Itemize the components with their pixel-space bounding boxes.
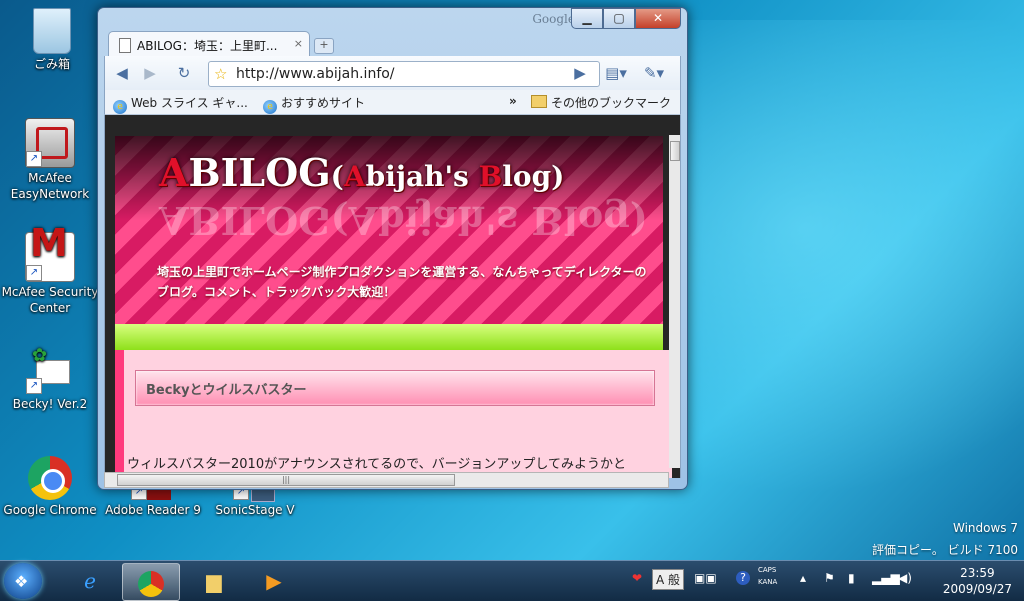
vertical-scroll-thumb[interactable] — [670, 141, 680, 161]
tab-active[interactable]: ABILOG：埼玉：上里町... × — [108, 31, 310, 57]
taskbar-explorer[interactable]: ▆ — [186, 563, 242, 599]
bookmark-web-slice[interactable]: e Web スライス ギャ... — [113, 94, 248, 114]
volume-icon[interactable]: ◀) — [898, 571, 912, 585]
ie-icon: e — [263, 100, 277, 114]
desktop-icon-label: Becky! Ver.2 — [12, 397, 88, 411]
mcafee-easynetwork-icon: ↗ — [25, 118, 75, 168]
desktop-icon-mcafee-security-center[interactable]: M ↗ McAfee Security Center — [0, 224, 100, 316]
nav-bar — [115, 324, 663, 350]
other-bookmarks[interactable]: その他のブックマーク — [531, 94, 671, 111]
taskbar-ie[interactable]: ℯ — [62, 563, 118, 599]
becky-mail-icon: ✿ ↗ — [26, 346, 74, 394]
reload-button[interactable]: ↻ — [173, 62, 195, 84]
ie-icon: ℯ — [84, 569, 96, 593]
kana-indicator: KANA — [758, 578, 778, 586]
close-button[interactable]: ✕ — [635, 8, 681, 29]
url-text[interactable]: http://www.abijah.info/ — [236, 66, 395, 82]
toolbar: ◀ ▶ ↻ ☆ http://www.abijah.info/ ▶ ▤▾ ✎▾ — [104, 56, 681, 90]
bookmarks-overflow-chevron[interactable]: » — [509, 94, 517, 108]
evaluation-copy-watermark: 評価コピー。 ビルド 7100 — [871, 543, 1018, 557]
show-hidden-icons[interactable]: ▴ — [800, 571, 806, 585]
taskbar-media-player[interactable]: ▶ — [246, 563, 302, 599]
ime-mode-indicator[interactable]: A 般 — [652, 569, 685, 590]
folder-icon — [531, 95, 547, 108]
power-icon[interactable]: ▮ — [848, 571, 855, 585]
network-icon[interactable]: ▂▄▆ — [872, 571, 900, 585]
caps-indicator: CAPS — [758, 566, 777, 574]
tab-title: ABILOG：埼玉：上里町... — [137, 39, 278, 53]
start-button[interactable]: ❖ — [4, 563, 42, 599]
clock[interactable]: 23:59 2009/09/27 — [943, 565, 1012, 597]
blog-description: 埼玉の上里町でホームページ制作プロダクションを運営する、なんちゃってディレクター… — [157, 265, 647, 299]
desktop-icon-label: ごみ箱 — [33, 57, 70, 71]
shortcut-arrow-icon: ↗ — [26, 378, 42, 394]
windows-logo-icon: ❖ — [14, 572, 29, 591]
mcafee-security-icon: M ↗ — [25, 224, 75, 282]
desktop-icon-label: Adobe Reader 9 — [105, 503, 201, 517]
folder-icon: ▆ — [206, 569, 222, 593]
horizontal-scroll-thumb[interactable]: ||| — [117, 474, 455, 486]
desktop-icon-label: McAfee EasyNetwork — [10, 171, 90, 201]
new-tab-button[interactable]: + — [314, 38, 334, 54]
bookmark-star-icon[interactable]: ☆ — [214, 65, 227, 83]
tray-alert-icon[interactable]: ❤ — [632, 571, 642, 585]
desktop-icon-label: SonicStage V — [215, 503, 295, 517]
wrench-menu-button[interactable]: ✎▾ — [639, 62, 669, 84]
blog-header: ABILOG(Abijah's Blog) ABILOG(Abijah's Bl… — [115, 136, 663, 324]
post-title-box: Beckyとウイルスバスター — [135, 370, 655, 406]
tab-close-icon[interactable]: × — [294, 37, 303, 50]
maximize-button[interactable]: ▢ — [603, 8, 635, 29]
horizontal-scrollbar[interactable]: ||| — [104, 472, 669, 488]
desktop-icon-becky[interactable]: ✿ ↗ Becky! Ver.2 — [0, 346, 100, 412]
page-icon — [119, 38, 131, 53]
shortcut-arrow-icon: ↗ — [26, 265, 42, 281]
blog-title-reflection: ABILOG(Abijah's Blog) — [159, 198, 648, 243]
desktop-icon-label: McAfee Security Center — [1, 285, 99, 315]
bookmarks-bar: e Web スライス ギャ... e おすすめサイト » その他のブックマーク — [104, 90, 681, 115]
desktop-icon-recycle-bin[interactable]: ごみ箱 — [2, 8, 102, 72]
windows-version-watermark: Windows 7 — [952, 521, 1018, 535]
ie-icon: e — [113, 100, 127, 114]
chrome-window: Google ▁ ▢ ✕ ABILOG：埼玉：上里町... × + ◀ ▶ ↻ … — [97, 7, 688, 490]
clock-date: 2009/09/27 — [942, 582, 1012, 596]
go-button[interactable]: ▶ — [569, 62, 591, 84]
taskbar-chrome[interactable] — [122, 563, 180, 601]
google-titlebar-mark: Google — [532, 12, 575, 26]
forward-button[interactable]: ▶ — [139, 62, 161, 84]
desktop-icon-mcafee-easynetwork[interactable]: ↗ McAfee EasyNetwork — [0, 118, 100, 202]
recycle-bin-icon — [33, 8, 71, 54]
desktop-icon-label: Google Chrome — [3, 503, 97, 517]
clock-time: 23:59 — [960, 566, 995, 580]
action-center-flag-icon[interactable]: ⚑ — [824, 571, 835, 585]
taskbar: ❖ ℯ ▆ ▶ ❤ A 般 ▣▣ ? CAPS KANA ▴ ⚑ ▮ ▂▄▆ ◀… — [0, 560, 1024, 601]
post-body: ウィルスバスター2010がアナウンスされてるので、バージョンアップしてみようかと — [127, 457, 627, 472]
post-title[interactable]: Beckyとウイルスバスター — [146, 379, 307, 398]
vertical-scrollbar[interactable] — [669, 135, 680, 468]
web-content[interactable]: ABILOG(Abijah's Blog) ABILOG(Abijah's Bl… — [104, 115, 681, 478]
chrome-icon — [28, 456, 72, 500]
minimize-button[interactable]: ▁ — [571, 8, 603, 29]
page-menu-button[interactable]: ▤▾ — [601, 62, 631, 84]
caption-buttons: ▁ ▢ ✕ — [571, 8, 681, 29]
bookmark-recommended[interactable]: e おすすめサイト — [263, 94, 365, 114]
chrome-icon — [138, 570, 164, 597]
media-player-icon: ▶ — [266, 569, 282, 593]
omnibox[interactable]: ☆ http://www.abijah.info/ — [208, 61, 600, 87]
desktop-icon-google-chrome[interactable]: Google Chrome — [0, 456, 100, 518]
help-icon[interactable]: ? — [736, 571, 750, 585]
shortcut-arrow-icon: ↗ — [26, 151, 42, 167]
ime-toolbar-icons[interactable]: ▣▣ — [694, 571, 717, 585]
blog-title[interactable]: ABILOG(Abijah's Blog) — [159, 150, 564, 195]
back-button[interactable]: ◀ — [111, 62, 133, 84]
